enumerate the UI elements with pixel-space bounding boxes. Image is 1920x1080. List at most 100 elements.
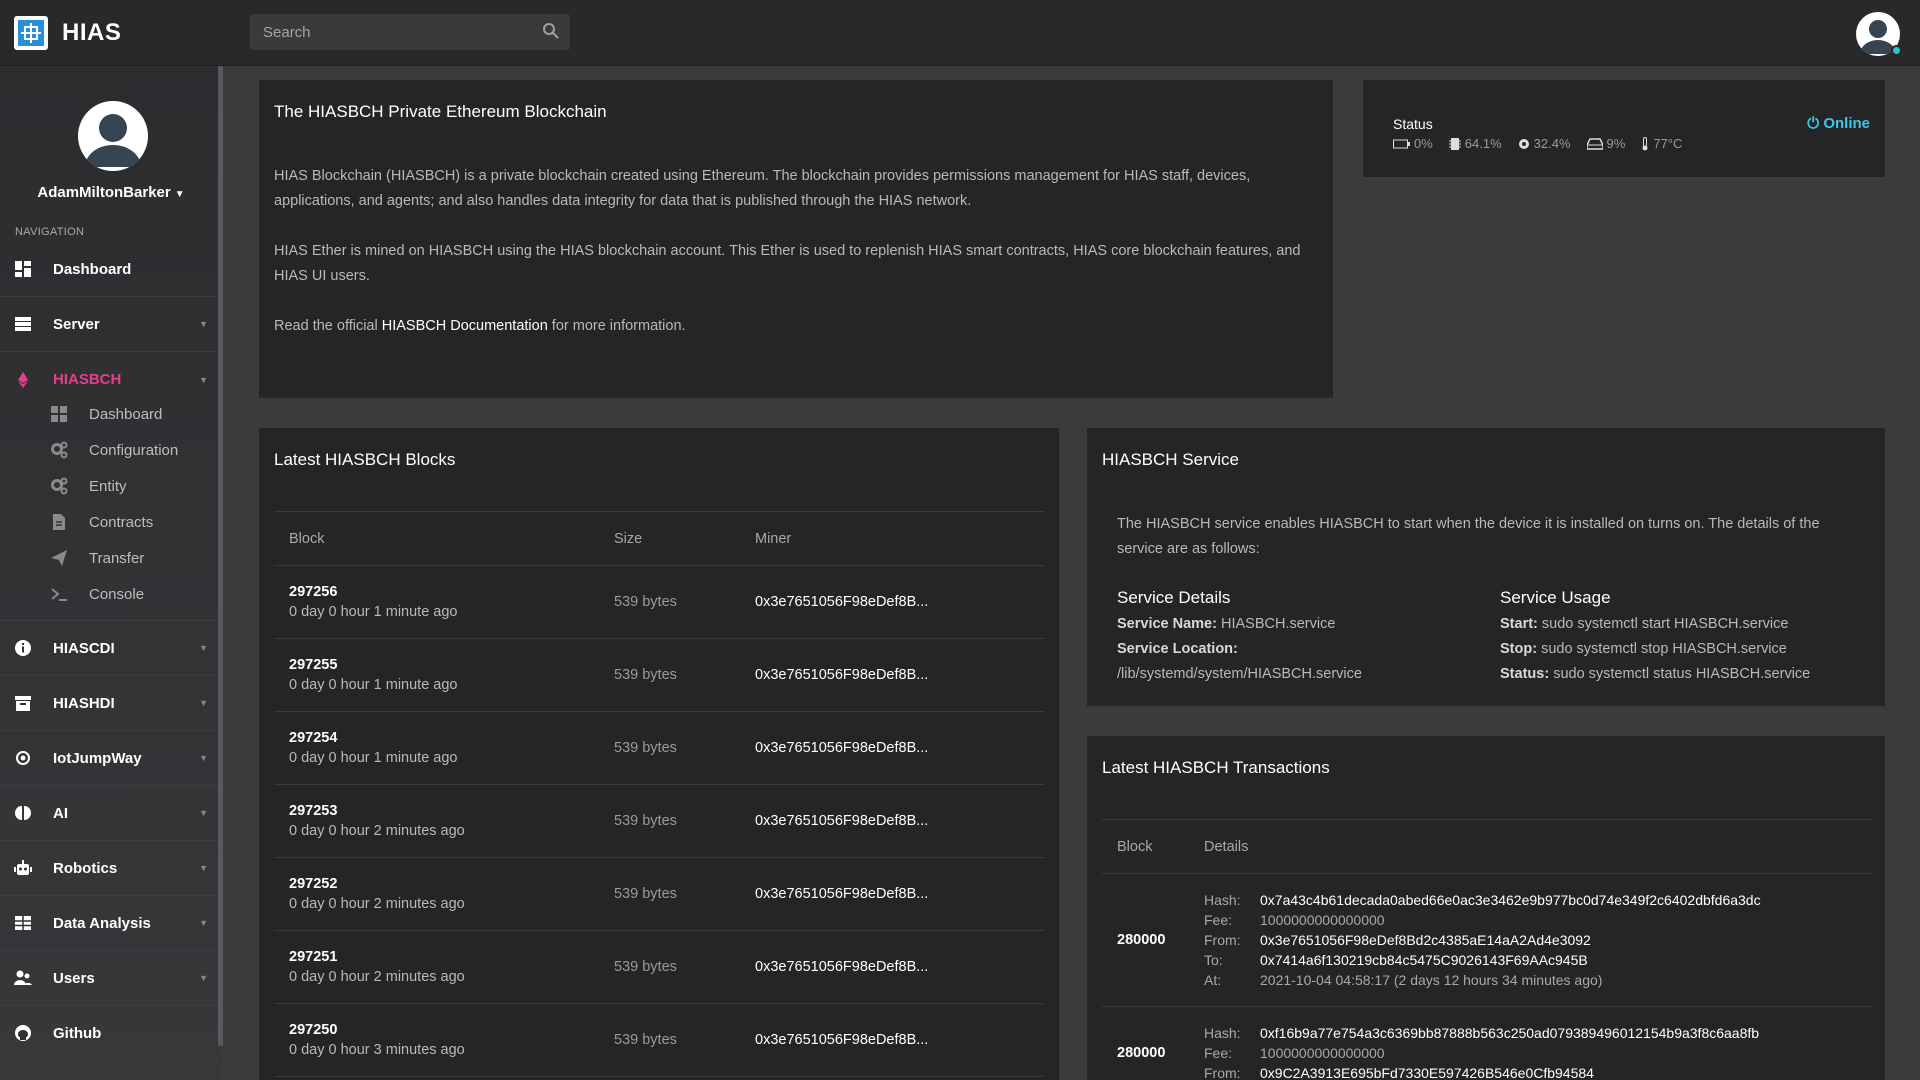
sidebar-item-iotjumpway[interactable]: IotJumpWay ▼ xyxy=(0,731,218,786)
block-size: 539 bytes xyxy=(599,930,740,1004)
sidebar-item-github[interactable]: Github xyxy=(0,1006,218,1061)
table-row[interactable]: 297250 0 day 0 hour 3 minutes ago 539 byt… xyxy=(274,1003,1044,1077)
block-miner[interactable]: 0x3e7651056F98eDef8B... xyxy=(740,930,1044,1004)
table-icon xyxy=(15,916,31,930)
at-key: At: xyxy=(1204,972,1222,988)
block-miner[interactable]: 0x3e7651056F98eDef8B... xyxy=(740,1003,1044,1077)
table-row[interactable]: 297255 0 day 0 hour 1 minute ago 539 byte… xyxy=(274,638,1044,712)
sidebar-subitem-contracts[interactable]: Contracts xyxy=(0,504,218,540)
profile-name[interactable]: AdamMiltonBarker ▼ xyxy=(0,184,222,201)
sidebar-item-users[interactable]: Users ▼ xyxy=(0,951,218,1006)
stop-command: sudo systemctl stop HIASBCH.service xyxy=(1541,641,1787,657)
table-header-row: Block Details xyxy=(1102,819,1872,874)
block-age: 0 day 0 hour 3 minutes ago xyxy=(289,1042,465,1058)
block-size: 539 bytes xyxy=(599,784,740,858)
caret-down-icon: ▼ xyxy=(199,808,208,818)
block-size: 539 bytes xyxy=(599,711,740,785)
documentation-link[interactable]: HIASBCH Documentation xyxy=(382,318,548,334)
table-row[interactable]: 297254 0 day 0 hour 1 minute ago 539 byte… xyxy=(274,711,1044,785)
sidebar-subitem-transfer[interactable]: Transfer xyxy=(0,540,218,576)
service-location-key: Service Location: xyxy=(1117,641,1238,657)
block-age: 0 day 0 hour 1 minute ago xyxy=(289,750,458,766)
sidebar-item-data-analysis[interactable]: Data Analysis ▼ xyxy=(0,896,218,951)
send-icon xyxy=(51,550,67,566)
tx-time: 2021-10-04 04:58:17 (2 days 12 hours 34 … xyxy=(1260,972,1603,988)
block-number[interactable]: 297255 xyxy=(289,655,599,675)
table-row[interactable]: 297251 0 day 0 hour 2 minutes ago 539 byt… xyxy=(274,930,1044,1004)
start-key: Start: xyxy=(1500,616,1538,632)
block-miner[interactable]: 0x3e7651056F98eDef8B... xyxy=(740,565,1044,639)
block-number[interactable]: 297256 xyxy=(289,582,599,602)
tx-hash[interactable]: 0x7a43c4b61decada0abed66e0ac3e3462e9b977… xyxy=(1260,890,1872,910)
block-miner[interactable]: 0x3e7651056F98eDef8B... xyxy=(740,857,1044,931)
fee-key: Fee: xyxy=(1204,912,1233,928)
profile-avatar[interactable] xyxy=(78,101,148,171)
tx-hash[interactable]: 0xf16b9a77e754a3c6369bb87888b563c250ad07… xyxy=(1260,1023,1872,1043)
table-row[interactable]: 280000 Hash: 0xf16b9a77e754a3c6369bb87888… xyxy=(1102,1006,1872,1080)
sidebar-item-server[interactable]: Server ▼ xyxy=(0,297,218,352)
block-miner[interactable]: 0x3e7651056F98eDef8B... xyxy=(740,784,1044,858)
block-miner[interactable]: 0x3e7651056F98eDef8B... xyxy=(740,638,1044,712)
disk-icon xyxy=(1586,137,1603,150)
caret-down-icon: ▼ xyxy=(199,374,208,385)
github-icon xyxy=(15,1025,31,1041)
block-number[interactable]: 297250 xyxy=(289,1020,599,1040)
service-usage: Service Usage Start: sudo systemctl star… xyxy=(1500,588,1810,687)
dashboard-icon xyxy=(15,261,31,277)
table-header-row: Block Size Miner xyxy=(274,511,1044,566)
blocks-table: Block Size Miner 297256 0 day 0 hour 1 mi… xyxy=(274,511,1044,1077)
memory-icon xyxy=(1518,138,1529,149)
sidebar-item-robotics[interactable]: Robotics ▼ xyxy=(0,841,218,896)
sidebar-subitem-label: Dashboard xyxy=(89,405,163,423)
sidebar-subitem-label: Configuration xyxy=(89,441,179,459)
block-age: 0 day 0 hour 2 minutes ago xyxy=(289,823,465,839)
sidebar-scrollbar[interactable] xyxy=(218,66,223,1046)
temperature-value: 77°C xyxy=(1653,136,1683,151)
search-icon[interactable] xyxy=(542,22,560,40)
block-miner[interactable]: 0x3e7651056F98eDef8B... xyxy=(740,711,1044,785)
tx-block-number[interactable]: 280000 xyxy=(1102,1006,1189,1080)
search-input[interactable] xyxy=(250,14,570,50)
caret-down-icon: ▼ xyxy=(199,643,208,653)
tx-to[interactable]: 0x7414a6f130219cb84c5475C9026143F69AAc94… xyxy=(1260,950,1872,970)
users-icon xyxy=(14,970,32,985)
table-row[interactable]: 297256 0 day 0 hour 1 minute ago 539 byte… xyxy=(274,565,1044,639)
sidebar-item-label: Data Analysis xyxy=(53,914,151,932)
column-header-block: Block xyxy=(1102,819,1189,874)
tx-block-number[interactable]: 280000 xyxy=(1102,873,1189,1007)
fee-key: Fee: xyxy=(1204,1045,1233,1061)
table-row[interactable]: 280000 Hash: 0x7a43c4b61decada0abed66e0ac… xyxy=(1102,873,1872,1007)
sidebar-subitem-configuration[interactable]: Configuration xyxy=(0,432,218,468)
disk-stat: 9% xyxy=(1586,136,1625,151)
block-number[interactable]: 297254 xyxy=(289,728,599,748)
brand[interactable]: HIAS xyxy=(14,16,121,50)
tx-details: Hash: 0xf16b9a77e754a3c6369bb87888b563c25… xyxy=(1204,1023,1872,1080)
status-key: Status: xyxy=(1500,666,1550,682)
sidebar-item-label: HIASHDI xyxy=(53,694,115,712)
sidebar-subitem-console[interactable]: Console xyxy=(0,576,218,612)
caret-down-icon: ▼ xyxy=(199,973,208,983)
caret-down-icon: ▼ xyxy=(199,918,208,928)
table-row[interactable]: 297252 0 day 0 hour 2 minutes ago 539 byt… xyxy=(274,857,1044,931)
transactions-title: Latest HIASBCH Transactions xyxy=(1102,758,1330,777)
sidebar-subitem-dashboard[interactable]: Dashboard xyxy=(0,396,218,432)
sidebar-item-dashboard[interactable]: Dashboard xyxy=(0,242,218,297)
block-age: 0 day 0 hour 2 minutes ago xyxy=(289,896,465,912)
block-number[interactable]: 297251 xyxy=(289,947,599,967)
transactions-card: Latest HIASBCH Transactions Block Detail… xyxy=(1087,736,1885,1080)
sidebar-subitem-label: Console xyxy=(89,585,145,603)
sidebar-subitem-label: Transfer xyxy=(89,549,145,567)
tx-from[interactable]: 0x3e7651056F98eDef8Bd2c4385aE14aA2Ad4e30… xyxy=(1260,930,1872,950)
sidebar-item-hiashdi[interactable]: HIASHDI ▼ xyxy=(0,676,218,731)
table-row[interactable]: 297253 0 day 0 hour 2 minutes ago 539 byt… xyxy=(274,784,1044,858)
nav-heading: NAVIGATION xyxy=(15,226,85,238)
sidebar-item-hiascdi[interactable]: HIASCDI ▼ xyxy=(0,621,218,676)
intro-card: The HIASBCH Private Ethereum Blockchain … xyxy=(259,80,1333,398)
dashboard-icon xyxy=(51,406,67,422)
block-number[interactable]: 297253 xyxy=(289,801,599,821)
block-number[interactable]: 297252 xyxy=(289,874,599,894)
sidebar-item-ai[interactable]: AI ▼ xyxy=(0,786,218,841)
sidebar-subitem-entity[interactable]: Entity xyxy=(0,468,218,504)
tx-from[interactable]: 0x9C2A3913E695bFd7330E597426B546e0Cfb945… xyxy=(1260,1063,1872,1080)
status-label: Status xyxy=(1393,116,1433,132)
